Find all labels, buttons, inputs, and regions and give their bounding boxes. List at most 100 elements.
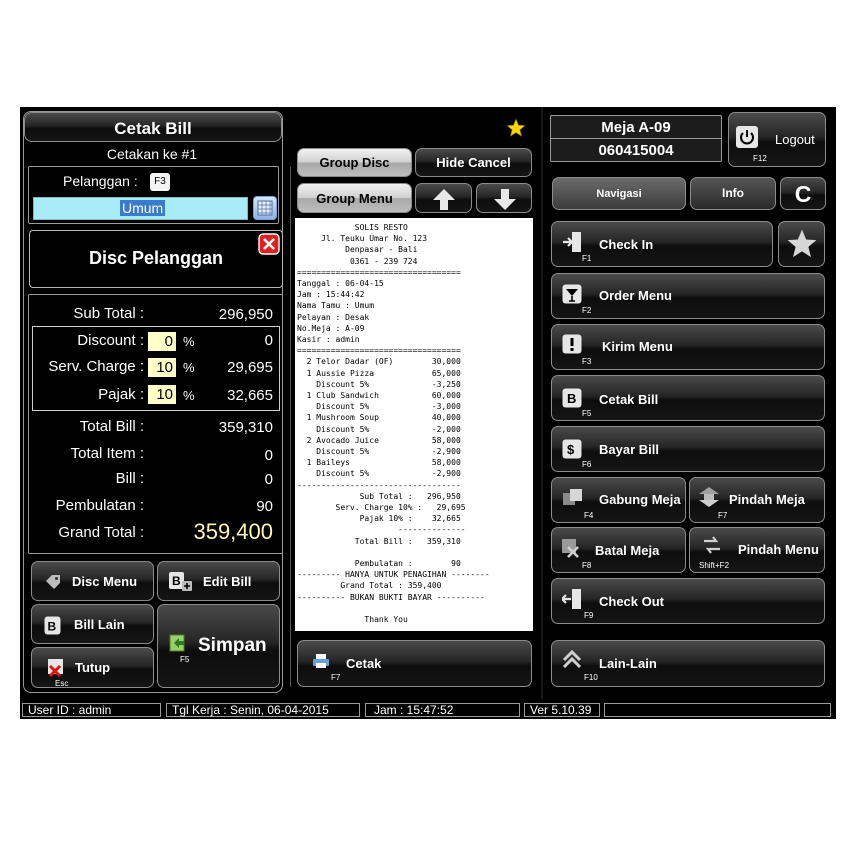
checkout-button[interactable]: Check Out F9 xyxy=(551,578,825,624)
gabung-meja-button[interactable]: Gabung Meja F4 xyxy=(551,477,686,523)
pelanggan-field[interactable]: Umum xyxy=(33,197,248,220)
svg-text:B: B xyxy=(567,391,576,406)
order-menu-button[interactable]: Order Menu F2 xyxy=(551,273,825,319)
grandtotal-label: Grand Total : xyxy=(58,524,144,541)
chevron-up-icon xyxy=(562,650,582,669)
svg-text:B: B xyxy=(48,620,57,634)
group-menu-button[interactable]: Group Menu xyxy=(297,183,412,213)
bill-plus-icon: B xyxy=(169,572,192,591)
arrow-down-icon xyxy=(494,189,516,210)
hide-cancel-button[interactable]: Hide Cancel xyxy=(415,148,532,177)
receipt-line: 2 Telor Dadar (OF) 30,000 xyxy=(297,357,461,367)
cetak-bill-button[interactable]: B Cetak Bill F5 xyxy=(551,375,825,421)
title-bar: Cetak Bill xyxy=(24,112,282,142)
svg-text:$: $ xyxy=(567,442,575,457)
receipt-line: -------------- xyxy=(297,525,466,535)
disc-pelanggan-button[interactable]: Disc Pelanggan xyxy=(29,230,283,288)
receipt-line: Sub Total : 296,950 xyxy=(297,491,461,501)
order-menu-label: Order Menu xyxy=(599,288,672,303)
logout-button[interactable]: Logout F12 xyxy=(728,112,826,167)
order-key: F2 xyxy=(582,306,592,315)
receipt-line: ---------------------------------- xyxy=(297,480,461,490)
kirim-key: F3 xyxy=(582,357,592,366)
receipt-line: 0361 - 239 724 xyxy=(297,256,418,266)
tag-icon xyxy=(46,575,60,589)
status-blank xyxy=(604,703,831,717)
page-title: Cetak Bill xyxy=(114,119,192,138)
merge-icon xyxy=(563,489,582,505)
pindah-menu-button[interactable]: Pindah Menu Shift+F2 xyxy=(689,527,825,573)
receipt-line: Discount 5% -2,900 xyxy=(297,469,461,479)
receipt-line: Tanggal : 06-04-15 xyxy=(297,279,384,288)
totalbill-value: 359,310 xyxy=(218,419,273,436)
receipt-line: Discount 5% -2,900 xyxy=(297,447,461,456)
swap-icon xyxy=(699,487,719,507)
edit-bill-label: Edit Bill xyxy=(203,574,252,589)
star-icon xyxy=(787,229,817,258)
service-pct-input[interactable]: 10 xyxy=(148,358,176,377)
group-menu-label: Group Menu xyxy=(316,191,393,206)
lain-lain-button[interactable]: Lain-Lain F10 xyxy=(551,640,825,687)
checkout-key: F9 xyxy=(584,611,594,620)
discount-pct-sign: % xyxy=(183,334,195,349)
tab-navigasi-label: Navigasi xyxy=(596,188,642,200)
favorite-button[interactable] xyxy=(778,221,825,267)
cetak-bill-label: Cetak Bill xyxy=(599,392,659,407)
simpan-button[interactable]: Simpan F5 xyxy=(157,604,280,688)
disc-menu-button[interactable]: Disc Menu xyxy=(31,561,154,601)
tab-info[interactable]: Info xyxy=(690,177,776,210)
discount-pct-input[interactable]: 0 xyxy=(148,332,176,351)
pindah-key: F7 xyxy=(718,511,728,520)
tutup-key: Esc xyxy=(55,679,69,688)
batal-meja-label: Batal Meja xyxy=(595,543,660,558)
pos-window: Cetak Bill Cetakan ke #1 Pelanggan : F3 … xyxy=(20,107,836,719)
tab-navigasi[interactable]: Navigasi xyxy=(552,177,686,210)
service-label: Serv. Charge : xyxy=(48,358,144,375)
pajak-pct-input[interactable]: 10 xyxy=(148,385,176,404)
status-tgl: Tgl Kerja : Senin, 06-04-2015 xyxy=(166,703,360,717)
pindah-meja-button[interactable]: Pindah Meja F7 xyxy=(689,477,825,523)
pindah-menu-key: Shift+F2 xyxy=(699,561,730,570)
exit-icon xyxy=(48,659,63,678)
tab-c[interactable]: C xyxy=(780,177,826,210)
receipt-line: Pajak 10% : 32,665 xyxy=(297,514,461,524)
disc-pelanggan-label: Disc Pelanggan xyxy=(88,248,224,268)
meja-box: Meja A-09 060415004 xyxy=(550,115,722,162)
pelanggan-lookup-button[interactable] xyxy=(253,196,277,220)
gabung-meja-label: Gabung Meja xyxy=(599,492,681,507)
receipt-line: Pelayan : Desak xyxy=(297,312,370,322)
dollar-icon: $ xyxy=(562,439,582,459)
totalitem-value: 0 xyxy=(264,447,273,464)
scroll-up-button[interactable] xyxy=(415,183,472,213)
meja-code: 060415004 xyxy=(598,142,674,159)
edit-bill-button[interactable]: B Edit Bill xyxy=(157,561,280,601)
close-icon[interactable] xyxy=(258,233,280,255)
batal-key: F8 xyxy=(582,561,592,570)
group-disc-button[interactable]: Group Disc xyxy=(297,148,412,177)
receipt-line: Discount 5% -3,000 xyxy=(297,402,461,412)
bayar-bill-button[interactable]: $ Bayar Bill F6 xyxy=(551,426,825,472)
pindah-menu-label: Pindah Menu xyxy=(738,542,819,557)
svg-text:B: B xyxy=(172,574,181,588)
door-in-icon xyxy=(563,232,581,252)
cetak-button[interactable]: Cetak F7 xyxy=(297,640,532,687)
star-icon[interactable] xyxy=(506,118,526,138)
discount-value: 0 xyxy=(264,332,273,349)
tutup-button[interactable]: Tutup Esc xyxy=(31,647,154,688)
receipt-line: ================================== xyxy=(297,267,461,277)
scroll-down-button[interactable] xyxy=(476,183,532,213)
kirim-menu-button[interactable]: Kirim Menu F3 xyxy=(551,324,825,370)
pajak-pct-sign: % xyxy=(183,388,195,403)
receipt-line: --------- HANYA UNTUK PENAGIHAN -------- xyxy=(297,570,490,580)
group-disc-label: Group Disc xyxy=(319,155,390,170)
status-user: User ID : admin xyxy=(22,703,161,717)
bill-lain-button[interactable]: B Bill Lain xyxy=(31,604,154,644)
pajak-value: 32,665 xyxy=(227,387,273,404)
batal-meja-button[interactable]: Batal Meja F8 xyxy=(551,527,686,573)
logout-label: Logout xyxy=(775,132,815,147)
logout-key: F12 xyxy=(753,154,767,163)
pelanggan-value: Umum xyxy=(120,200,166,216)
pembulatan-value: 90 xyxy=(256,498,273,515)
checkin-button[interactable]: Check In F1 xyxy=(551,221,773,267)
receipt-line: Nama Tamu : Umum xyxy=(297,301,375,311)
